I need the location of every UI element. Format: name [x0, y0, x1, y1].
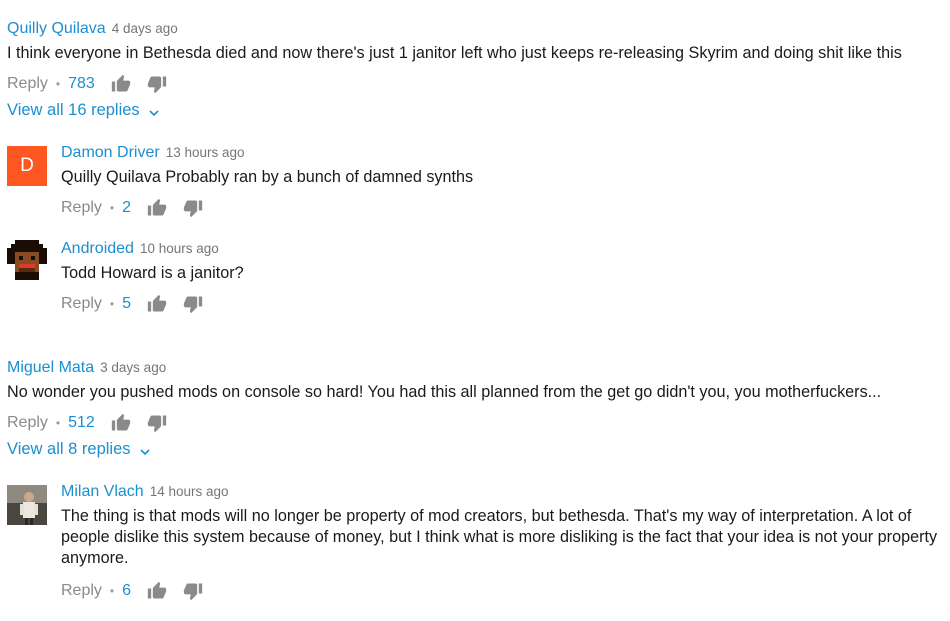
- separator-dot: •: [109, 201, 115, 215]
- like-count: 5: [122, 295, 132, 312]
- thumbs-up-icon[interactable]: [111, 74, 131, 94]
- comment-text: The thing is that mods will no longer be…: [61, 507, 938, 567]
- like-count: 512: [68, 414, 95, 431]
- reply-button[interactable]: Reply: [7, 75, 48, 93]
- like-count: 783: [68, 75, 95, 92]
- comment-author[interactable]: Miguel Mata: [7, 359, 94, 376]
- reply-button[interactable]: Reply: [61, 295, 102, 313]
- reply-button[interactable]: Reply: [61, 199, 102, 217]
- thumbs-down-icon[interactable]: [183, 294, 203, 314]
- comment-author[interactable]: Androided: [61, 240, 134, 257]
- separator-dot: •: [109, 584, 115, 598]
- thumbs-down-icon[interactable]: [183, 198, 203, 218]
- comment-text: Quilly Quilava Probably ran by a bunch o…: [61, 168, 474, 186]
- separator-dot: •: [109, 297, 115, 311]
- separator-dot: •: [55, 77, 61, 91]
- comment-header: Quilly Quilava 4 days ago: [7, 20, 950, 38]
- comment-text: No wonder you pushed mods on console so …: [7, 383, 882, 401]
- comment-actions: Reply • 5: [61, 292, 950, 316]
- like-count: 2: [122, 199, 132, 216]
- view-replies-label: View all 16 replies: [7, 101, 140, 119]
- separator-dot: •: [55, 416, 61, 430]
- avatar[interactable]: D: [7, 146, 47, 186]
- comment-author[interactable]: Milan Vlach: [61, 483, 144, 500]
- comment-timestamp[interactable]: 13 hours ago: [166, 145, 245, 160]
- comment-header: Damon Driver 13 hours ago: [61, 144, 950, 162]
- comment-text: Todd Howard is a janitor?: [61, 264, 244, 282]
- reply-item: Androided 10 hours ago Todd Howard is a j…: [61, 240, 950, 316]
- comment-header: Miguel Mata 3 days ago: [7, 359, 950, 377]
- thumbs-up-icon[interactable]: [147, 198, 167, 218]
- thumbs-up-icon[interactable]: [147, 294, 167, 314]
- comment-actions: Reply • 2: [61, 196, 950, 220]
- comment-header: Milan Vlach 14 hours ago: [61, 483, 938, 501]
- thumbs-up-icon[interactable]: [147, 581, 167, 601]
- reply-item: Milan Vlach 14 hours ago The thing is tha…: [61, 483, 938, 603]
- chevron-down-icon: [139, 444, 151, 456]
- view-replies-link[interactable]: View all 16 replies: [7, 101, 950, 120]
- comment-thread: Quilly Quilava 4 days ago I think everyon…: [7, 20, 950, 120]
- comment-actions: Reply • 6: [61, 579, 938, 603]
- thumbs-down-icon[interactable]: [147, 74, 167, 94]
- comment-actions: Reply • 512: [7, 411, 950, 435]
- view-replies-link[interactable]: View all 8 replies: [7, 440, 950, 459]
- comment-text: I think everyone in Bethesda died and no…: [7, 44, 902, 62]
- thumbs-down-icon[interactable]: [183, 581, 203, 601]
- view-replies-label: View all 8 replies: [7, 440, 131, 458]
- thumbs-down-icon[interactable]: [147, 413, 167, 433]
- reply-button[interactable]: Reply: [61, 582, 102, 600]
- comment-actions: Reply • 783: [7, 72, 950, 96]
- comment-author[interactable]: Quilly Quilava: [7, 20, 106, 37]
- comment-author[interactable]: Damon Driver: [61, 144, 160, 161]
- comment-thread: Miguel Mata 3 days ago No wonder you push…: [7, 359, 950, 459]
- avatar[interactable]: [7, 485, 47, 525]
- reply-item: Damon Driver 13 hours ago Quilly Quilava …: [61, 144, 950, 220]
- avatar[interactable]: [7, 240, 47, 280]
- avatar-letter: D: [20, 155, 34, 176]
- comment-timestamp[interactable]: 4 days ago: [112, 21, 178, 36]
- reply-button[interactable]: Reply: [7, 414, 48, 432]
- comment-header: Androided 10 hours ago: [61, 240, 950, 258]
- comment-timestamp[interactable]: 3 days ago: [100, 360, 166, 375]
- comment-timestamp[interactable]: 14 hours ago: [150, 484, 229, 499]
- thumbs-up-icon[interactable]: [111, 413, 131, 433]
- chevron-down-icon: [148, 105, 160, 117]
- comment-timestamp[interactable]: 10 hours ago: [140, 241, 219, 256]
- like-count: 6: [122, 582, 132, 599]
